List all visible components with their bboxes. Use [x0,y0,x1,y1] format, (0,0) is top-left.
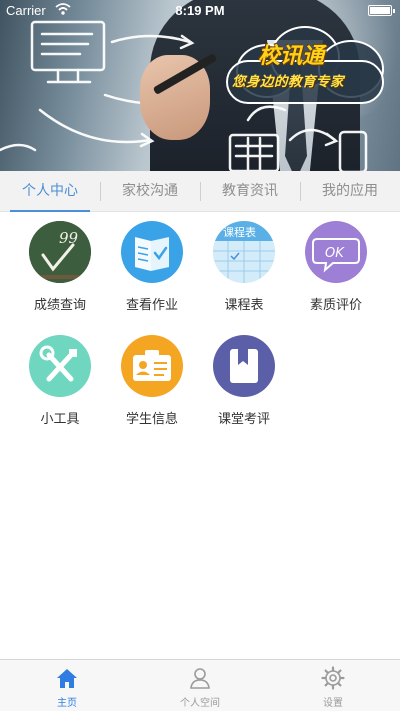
home-icon [57,669,77,688]
app-label: 课程表 [224,298,264,313]
id-card-icon [121,335,183,397]
logo-title: 校讯通 [258,43,325,69]
gear-icon [321,666,345,690]
app-label: 小工具 [40,412,80,427]
status-time: 8:19 PM [175,3,225,18]
app-student-info[interactable]: 学生信息 [107,335,197,427]
homework-book-icon [121,221,183,283]
app-label: 素质评价 [309,298,362,313]
tab-education-news[interactable]: 教育资讯 [200,171,300,212]
active-tab-indicator [10,210,90,212]
tab-my-apps[interactable]: 我的应用 [300,171,400,212]
app-label: 成绩查询 [33,298,86,313]
battery-icon [368,5,395,16]
tabbar-label: 设置 [323,698,343,709]
tools-icon [29,335,91,397]
app-grade-query[interactable]: 99 成绩查询 [15,221,105,313]
category-tabs: 个人中心 家校沟通 教育资讯 我的应用 [0,171,400,212]
person-icon [190,668,210,689]
chalk-score: 99 [59,229,79,247]
status-bar: Carrier 8:19 PM [0,0,400,20]
bookmark-icon [213,335,275,397]
bubble-text: OK [325,246,345,261]
app-label: 查看作业 [125,298,178,313]
app-label: 课堂考评 [217,412,270,427]
hero-banner: 校讯通 您身边的教育专家 [0,0,400,171]
timetable-header-text: 课程表 [223,225,256,239]
tabbar-home[interactable]: 主页 [17,660,117,711]
app-quality-evaluation[interactable]: OK 素质评价 [291,221,381,313]
app-classroom-evaluation[interactable]: 课堂考评 [199,335,289,427]
tabbar-label: 主页 [57,698,77,709]
bottom-tab-bar: 主页 个人空间 设置 [0,659,400,711]
tabbar-settings[interactable]: 设置 [283,660,383,711]
tab-personal-center[interactable]: 个人中心 [0,171,100,212]
tab-home-school[interactable]: 家校沟通 [100,171,200,212]
tabbar-personal-space[interactable]: 个人空间 [150,660,250,711]
timetable-icon: 课程表 [213,221,275,283]
ok-speech-bubble-icon: OK [305,221,367,283]
app-view-homework[interactable]: 查看作业 [107,221,197,313]
logo-subtitle: 您身边的教育专家 [232,74,344,90]
chalkboard-icon: 99 [29,221,91,283]
app-label: 学生信息 [125,412,178,427]
app-timetable[interactable]: 课程表 课程表 [199,221,289,313]
tabbar-label: 个人空间 [180,698,220,709]
app-tools[interactable]: 小工具 [15,335,105,427]
